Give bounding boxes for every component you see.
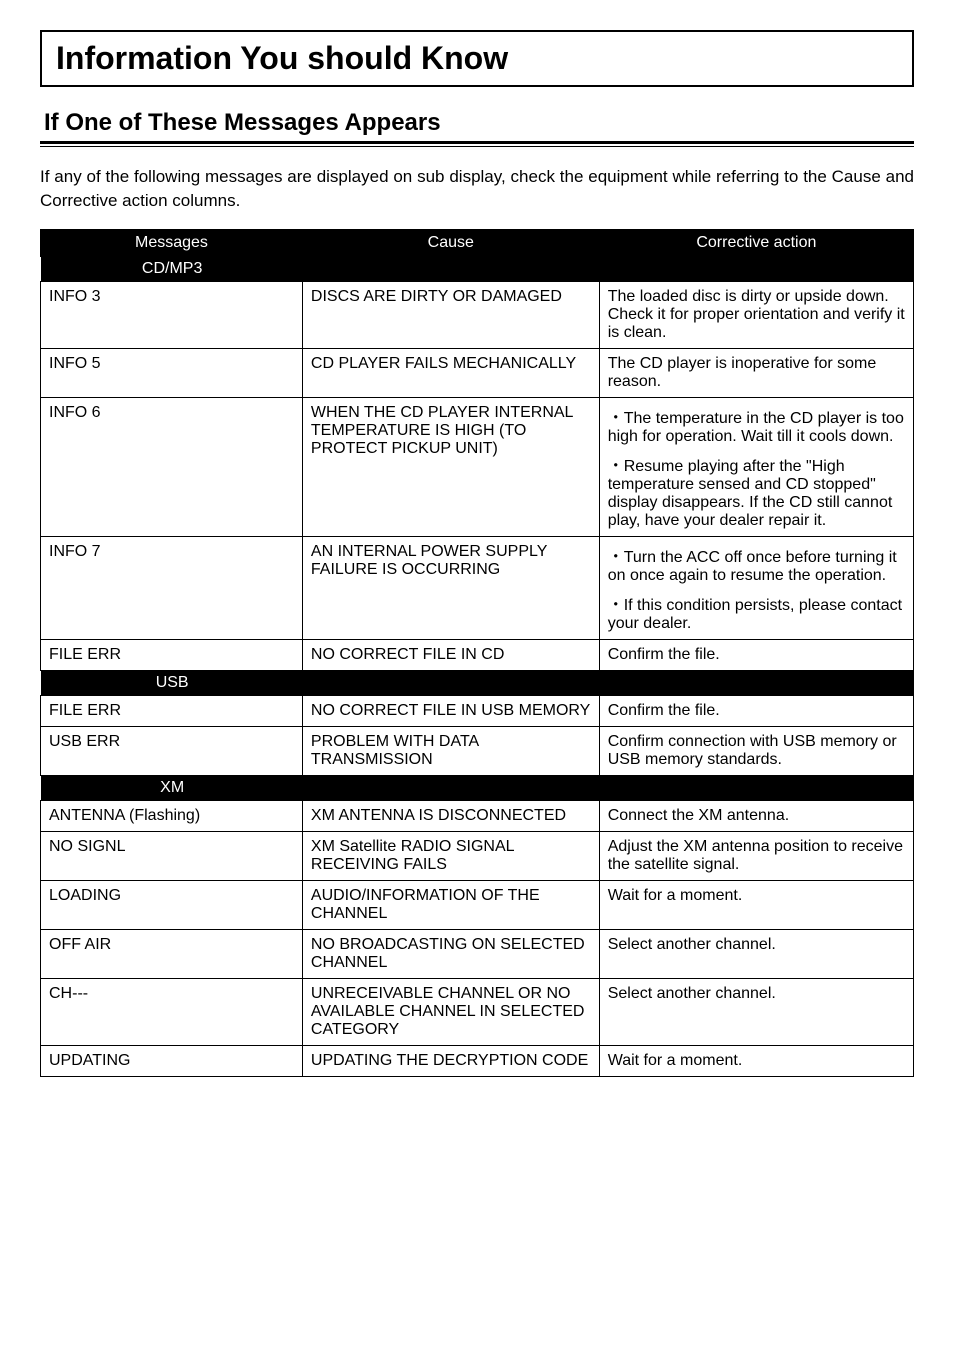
cell-message: INFO 7 — [41, 536, 303, 639]
section-label-filler — [303, 672, 913, 694]
table-row: INFO 5CD PLAYER FAILS MECHANICALLYThe CD… — [41, 348, 914, 397]
cell-cause: PROBLEM WITH DATA TRANSMISSION — [302, 726, 599, 775]
cell-message: INFO 5 — [41, 348, 303, 397]
cell-message: UPDATING — [41, 1045, 303, 1076]
cell-message: USB ERR — [41, 726, 303, 775]
table-row: LOADINGAUDIO/INFORMATION OF THE CHANNELW… — [41, 880, 914, 929]
cell-action: Confirm connection with USB memory or US… — [599, 726, 913, 775]
table-body: CD/MP3INFO 3DISCS ARE DIRTY OR DAMAGEDTh… — [41, 256, 914, 1076]
cell-action: ・The temperature in the CD player is too… — [599, 397, 913, 536]
cell-cause: UPDATING THE DECRYPTION CODE — [302, 1045, 599, 1076]
cell-cause: XM ANTENNA IS DISCONNECTED — [302, 800, 599, 831]
table-header: Messages Cause Corrective action — [41, 229, 914, 256]
table-row: ANTENNA (Flashing)XM ANTENNA IS DISCONNE… — [41, 800, 914, 831]
cell-action: Select another channel. — [599, 978, 913, 1045]
cell-cause: AUDIO/INFORMATION OF THE CHANNEL — [302, 880, 599, 929]
table-row: USB ERRPROBLEM WITH DATA TRANSMISSIONCon… — [41, 726, 914, 775]
sub-heading: If One of These Messages Appears — [40, 109, 914, 137]
main-title: Information You should Know — [56, 40, 898, 77]
cell-message: INFO 6 — [41, 397, 303, 536]
section-header-cell: CD/MP3 — [41, 256, 914, 281]
cell-action: Adjust the XM antenna position to receiv… — [599, 831, 913, 880]
cell-message: NO SIGNL — [41, 831, 303, 880]
cell-action: Select another channel. — [599, 929, 913, 978]
cell-cause: NO BROADCASTING ON SELECTED CHANNEL — [302, 929, 599, 978]
cell-action: Wait for a moment. — [599, 1045, 913, 1076]
intro-paragraph: If any of the following messages are dis… — [40, 165, 914, 213]
cell-action: Connect the XM antenna. — [599, 800, 913, 831]
action-bullet: ・Turn the ACC off once before turning it… — [608, 543, 905, 585]
sub-heading-inner: If One of These Messages Appears — [40, 109, 914, 144]
cell-cause: NO CORRECT FILE IN CD — [302, 639, 599, 670]
table-row: OFF AIRNO BROADCASTING ON SELECTED CHANN… — [41, 929, 914, 978]
section-label: USB — [42, 672, 303, 694]
cell-cause: NO CORRECT FILE IN USB MEMORY — [302, 695, 599, 726]
cell-action: ・Turn the ACC off once before turning it… — [599, 536, 913, 639]
header-action: Corrective action — [599, 229, 913, 256]
action-bullet: ・The temperature in the CD player is too… — [608, 404, 905, 446]
section-label: CD/MP3 — [42, 258, 303, 280]
section-header-row: XM — [41, 775, 914, 800]
section-bar: CD/MP3 — [41, 257, 914, 281]
section-label-filler — [303, 777, 913, 799]
section-bar: XM — [41, 776, 914, 800]
section-header-cell: XM — [41, 775, 914, 800]
cell-action: The loaded disc is dirty or upside down.… — [599, 281, 913, 348]
table-row: UPDATINGUPDATING THE DECRYPTION CODEWait… — [41, 1045, 914, 1076]
section-header-row: USB — [41, 670, 914, 695]
cell-cause: CD PLAYER FAILS MECHANICALLY — [302, 348, 599, 397]
action-bullet: ・If this condition persists, please cont… — [608, 591, 905, 633]
section-bar: USB — [41, 671, 914, 695]
cell-action: Confirm the file. — [599, 639, 913, 670]
table-row: CH---UNRECEIVABLE CHANNEL OR NO AVAILABL… — [41, 978, 914, 1045]
table-row: INFO 7AN INTERNAL POWER SUPPLY FAILURE I… — [41, 536, 914, 639]
sub-heading-wrap: If One of These Messages Appears — [40, 109, 914, 147]
cell-message: FILE ERR — [41, 639, 303, 670]
cell-cause: WHEN THE CD PLAYER INTERNAL TEMPERATURE … — [302, 397, 599, 536]
cell-action: Confirm the file. — [599, 695, 913, 726]
table-row: FILE ERRNO CORRECT FILE IN USB MEMORYCon… — [41, 695, 914, 726]
cell-cause: AN INTERNAL POWER SUPPLY FAILURE IS OCCU… — [302, 536, 599, 639]
table-row: INFO 6WHEN THE CD PLAYER INTERNAL TEMPER… — [41, 397, 914, 536]
cell-message: OFF AIR — [41, 929, 303, 978]
header-messages: Messages — [41, 229, 303, 256]
main-title-box: Information You should Know — [40, 30, 914, 87]
cell-message: ANTENNA (Flashing) — [41, 800, 303, 831]
cell-cause: XM Satellite RADIO SIGNAL RECEIVING FAIL… — [302, 831, 599, 880]
cell-cause: DISCS ARE DIRTY OR DAMAGED — [302, 281, 599, 348]
table-row: NO SIGNLXM Satellite RADIO SIGNAL RECEIV… — [41, 831, 914, 880]
action-bullet: ・Resume playing after the "High temperat… — [608, 452, 905, 530]
cell-message: INFO 3 — [41, 281, 303, 348]
cell-message: LOADING — [41, 880, 303, 929]
cell-action: The CD player is inoperative for some re… — [599, 348, 913, 397]
messages-table: Messages Cause Corrective action CD/MP3I… — [40, 229, 914, 1077]
cell-action: Wait for a moment. — [599, 880, 913, 929]
section-header-row: CD/MP3 — [41, 256, 914, 281]
table-row: FILE ERRNO CORRECT FILE IN CDConfirm the… — [41, 639, 914, 670]
table-row: INFO 3DISCS ARE DIRTY OR DAMAGEDThe load… — [41, 281, 914, 348]
header-cause: Cause — [302, 229, 599, 256]
section-header-cell: USB — [41, 670, 914, 695]
section-label-filler — [303, 258, 913, 280]
cell-cause: UNRECEIVABLE CHANNEL OR NO AVAILABLE CHA… — [302, 978, 599, 1045]
section-label: XM — [42, 777, 303, 799]
cell-message: CH--- — [41, 978, 303, 1045]
cell-message: FILE ERR — [41, 695, 303, 726]
